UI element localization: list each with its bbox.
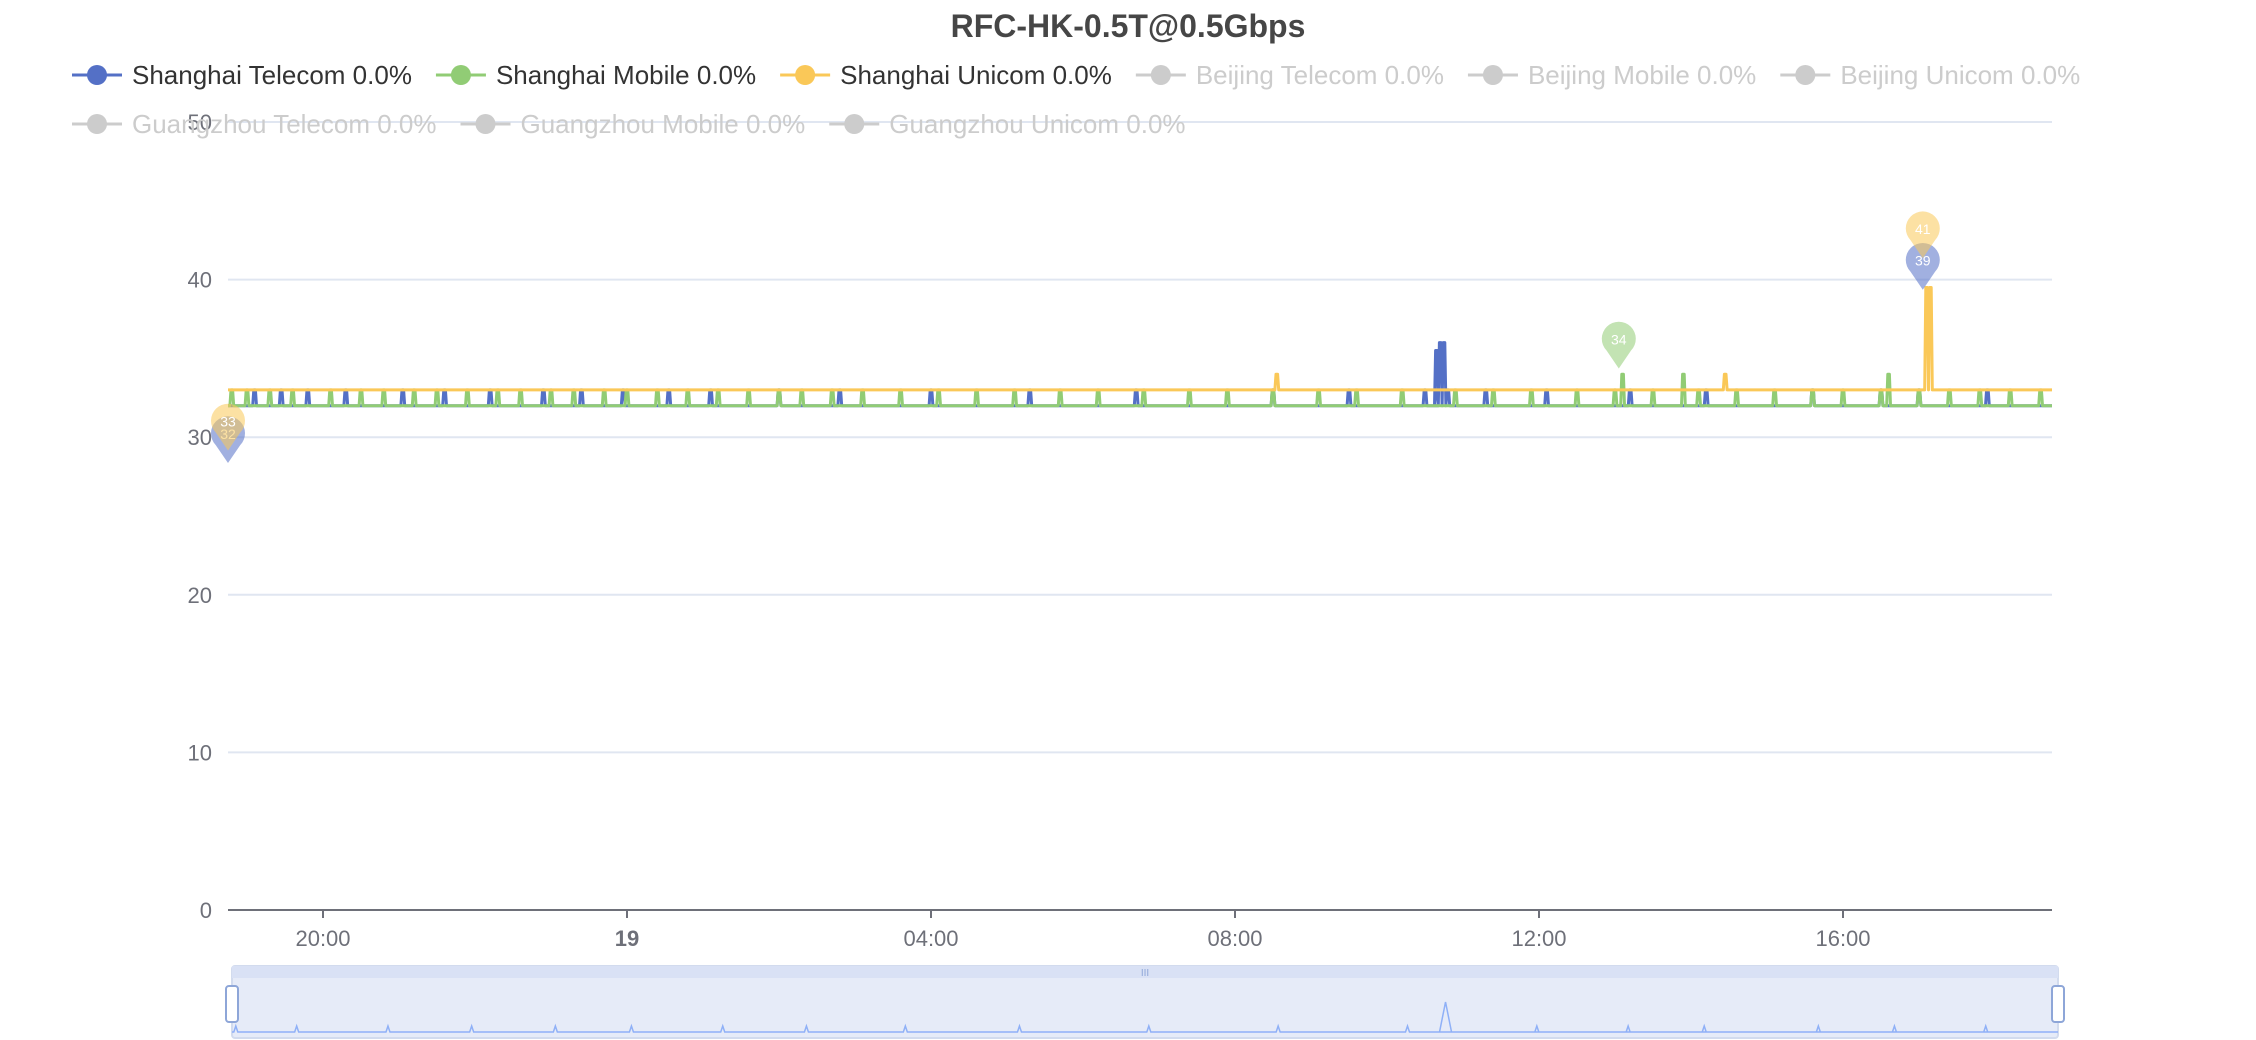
legend-item-2[interactable]: Shanghai Mobile 0.0%: [435, 60, 756, 90]
legend-dot: [450, 65, 471, 85]
legend-item-7[interactable]: Guangzhou Telecom 0.0%: [72, 109, 437, 139]
legend-item-5[interactable]: Beijing Mobile 0.0%: [1467, 60, 1756, 90]
legend-dot: [844, 114, 865, 134]
axis-layer: 0102030405020:00 19 04:00 08:00 12:00 16:00: [188, 110, 2052, 951]
x-tick-label: 16:00: [1815, 926, 1870, 951]
legend-label: Shanghai Unicom 0.0%: [840, 60, 1112, 90]
marker-pin-max: 34: [1601, 321, 1636, 369]
chart-root: RFC-HK-0.5T@0.5Gbps 3239343341 010203040…: [0, 0, 2256, 1040]
legend-dot: [1482, 65, 1503, 85]
legend[interactable]: Shanghai Telecom 0.0% Shanghai Mobile 0.0…: [72, 60, 2080, 139]
marker-pin-label: 33: [220, 413, 236, 429]
marker-pin-label: 34: [1611, 331, 1627, 347]
legend-dot: [1795, 65, 1816, 85]
x-tick-label: 04:00: [903, 926, 958, 951]
y-tick-label: 10: [188, 740, 212, 765]
series-line-1: [228, 341, 2052, 408]
y-tick-label: 20: [188, 583, 212, 608]
legend-label: Guangzhou Telecom 0.0%: [132, 109, 437, 139]
legend-item-3[interactable]: Shanghai Unicom 0.0%: [780, 60, 1112, 90]
x-tick-label: 19: [615, 926, 639, 951]
marker-layer: 3239343341: [211, 211, 1940, 464]
legend-label: Beijing Telecom 0.0%: [1196, 60, 1444, 90]
data-zoom-slider[interactable]: III: [225, 965, 2065, 1039]
x-tick-label: 08:00: [1207, 926, 1262, 951]
zoom-handle-left[interactable]: [225, 985, 239, 1023]
zoom-handle-right[interactable]: [2051, 985, 2065, 1023]
y-tick-label: 0: [200, 898, 212, 923]
legend-item-4[interactable]: Beijing Telecom 0.0%: [1135, 60, 1444, 90]
legend-dot: [87, 114, 107, 134]
y-tick-label: 30: [188, 425, 212, 450]
legend-dot: [1150, 65, 1171, 85]
legend-label: Guangzhou Mobile 0.0%: [521, 109, 806, 139]
legend-label: Beijing Mobile 0.0%: [1528, 60, 1756, 90]
legend-label: Shanghai Mobile 0.0%: [496, 60, 756, 90]
chart-title: RFC-HK-0.5T@0.5Gbps: [951, 8, 1306, 44]
x-tick-label: 20:00: [295, 926, 350, 951]
marker-pin-label: 41: [1915, 221, 1931, 237]
y-tick-label: 40: [188, 268, 212, 293]
legend-item-8[interactable]: Guangzhou Mobile 0.0%: [460, 109, 806, 139]
legend-label: Shanghai Telecom 0.0%: [132, 60, 412, 90]
grid-layer: [228, 121, 2052, 754]
legend-item-6[interactable]: Beijing Unicom 0.0%: [1780, 60, 2080, 90]
zoom-move-handle-label[interactable]: III: [1141, 968, 1149, 979]
legend-item-1[interactable]: Shanghai Telecom 0.0%: [72, 60, 412, 90]
legend-label: Guangzhou Unicom 0.0%: [889, 109, 1185, 139]
series-line-3: [228, 286, 2052, 392]
legend-dot: [795, 65, 816, 85]
legend-label: Beijing Unicom 0.0%: [1840, 60, 2080, 90]
series-layer: [228, 286, 2052, 408]
legend-dot: [475, 114, 496, 134]
legend-item-9[interactable]: Guangzhou Unicom 0.0%: [829, 109, 1186, 139]
latency-chart: RFC-HK-0.5T@0.5Gbps 3239343341 010203040…: [72, 8, 2080, 1039]
legend-dot: [87, 65, 107, 85]
x-tick-label: 12:00: [1511, 926, 1566, 951]
